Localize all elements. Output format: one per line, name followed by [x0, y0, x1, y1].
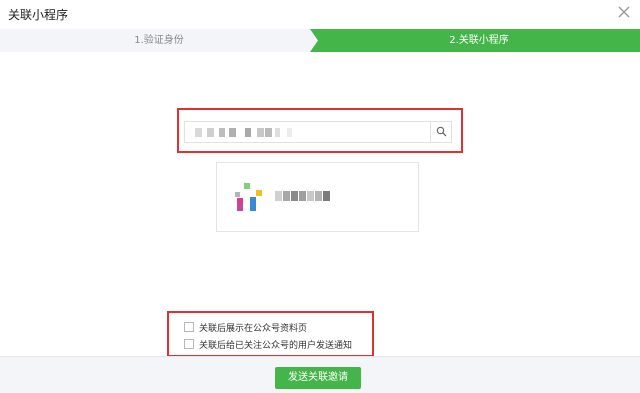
show-on-profile-label: 关联后展示在公众号资料页: [199, 323, 308, 334]
step-progress: 1.验证身份 2.关联小程序: [0, 29, 640, 52]
dialog-footer: 发送关联邀请: [0, 356, 640, 393]
miniprogram-result-card[interactable]: [216, 162, 419, 232]
associate-miniprogram-dialog: 关联小程序 1.验证身份 2.关联小程序 关联后展示在公众号资料页 关联后给已关…: [0, 0, 640, 393]
show-on-profile-checkbox[interactable]: [184, 322, 194, 332]
option-notify-followers[interactable]: 关联后给已关注公众号的用户发送通知: [184, 337, 352, 351]
search-field: [184, 121, 452, 143]
notify-followers-checkbox[interactable]: [184, 339, 194, 349]
step-verify-identity: 1.验证身份: [134, 35, 184, 46]
search-button[interactable]: [430, 122, 451, 142]
blurred-search-text: [195, 128, 345, 137]
step-associate-miniprogram: 2.关联小程序: [449, 35, 509, 46]
mini-program-logo: [235, 183, 262, 211]
notify-followers-label: 关联后给已关注公众号的用户发送通知: [199, 340, 353, 351]
option-show-on-profile[interactable]: 关联后展示在公众号资料页: [184, 320, 307, 334]
search-icon: [436, 126, 447, 137]
dialog-header: 关联小程序: [0, 0, 640, 28]
close-icon[interactable]: [616, 4, 632, 20]
dialog-title: 关联小程序: [8, 8, 69, 22]
miniprogram-name-blurred: [275, 191, 345, 201]
send-invitation-button[interactable]: 发送关联邀请: [275, 367, 361, 389]
